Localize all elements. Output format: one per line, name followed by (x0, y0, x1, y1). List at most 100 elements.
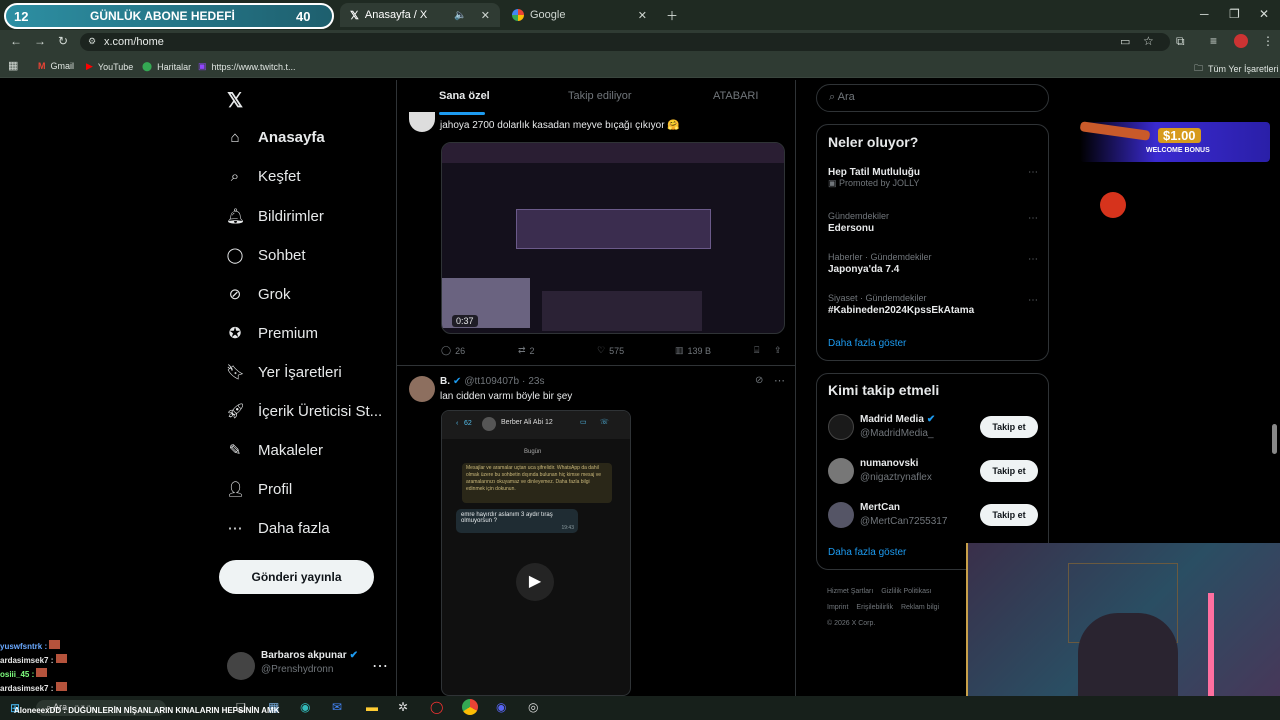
bookmark-label: Haritalar (157, 61, 192, 72)
profile-avatar[interactable] (1234, 34, 1248, 48)
nav-bookmarks[interactable]: 🔖︎ Yer İşaretleri (226, 363, 342, 382)
restore-icon[interactable]: ❐ (1229, 7, 1240, 21)
forward-icon[interactable]: → (34, 34, 46, 48)
nav-explore[interactable]: ⌕ Keşfet (226, 168, 301, 185)
footer-link[interactable]: Gizlilik Politikası (881, 588, 931, 595)
app-icon[interactable]: ✲ (398, 700, 408, 714)
edge-icon[interactable]: ◉ (300, 700, 310, 714)
bookmark-icon[interactable]: ⌸ (754, 345, 759, 356)
nav-messages[interactable]: ◯ Sohbet (226, 246, 306, 265)
search-icon: ⌕ (230, 168, 240, 185)
discord-icon[interactable]: ◉ (496, 700, 506, 714)
minimize-icon[interactable]: ─ (1200, 7, 1209, 21)
url-input[interactable]: ⚙ x.com/home (80, 33, 1170, 51)
chat-header: ‹ 62 Berber Ali Abi 12 ▭ ☏ (442, 411, 630, 439)
reload-icon[interactable]: ↻ (58, 34, 68, 48)
search-input[interactable]: ⌕ Ara (816, 84, 1049, 112)
play-button[interactable]: ▶ (516, 563, 554, 601)
nav-premium[interactable]: ✪ Premium (226, 324, 318, 343)
reading-list-icon[interactable]: ≡ (1210, 34, 1217, 48)
nav-more[interactable]: ⋯ Daha fazla (226, 519, 330, 538)
avatar[interactable] (409, 376, 435, 402)
show-more-link[interactable]: Daha fazla göster (828, 338, 906, 349)
bookmark-twitch[interactable]: ▣ https://www.twitch.t... (198, 61, 296, 72)
tab-atabari[interactable]: ATABARI (713, 90, 758, 102)
trend-item[interactable]: Hep Tatil Mutluluğu ▣ Promoted by JOLLY (828, 167, 920, 189)
chrome-icon[interactable] (462, 699, 478, 715)
avatar[interactable] (409, 112, 435, 132)
search-placeholder: Ara (837, 91, 855, 103)
close-window-icon[interactable]: ✕ (1259, 7, 1269, 21)
more-dots-icon[interactable]: ⋯ (1028, 254, 1038, 265)
bookmark-star-icon[interactable]: ☆ (1143, 34, 1154, 48)
more-dots-icon[interactable]: ⋯ (774, 374, 785, 387)
folder-icon: 🗀 (1194, 63, 1204, 73)
explorer-icon[interactable]: ▬ (366, 700, 378, 714)
nav-profile[interactable]: 👤︎ Profil (226, 480, 292, 499)
site-info-icon[interactable]: ⚙ (88, 36, 96, 47)
new-tab-icon[interactable]: ＋ (666, 7, 678, 24)
back-arrow-icon: ‹ (456, 420, 459, 427)
trend-item[interactable]: Haberler · Gündemdekiler Japonya'da 7.4 (828, 252, 932, 275)
close-tab-icon[interactable]: ✕ (638, 9, 647, 22)
more-dots-icon[interactable]: ⋯ (1028, 167, 1038, 178)
scrollbar[interactable] (1272, 424, 1277, 454)
nav-articles[interactable]: ✎ Makaleler (226, 441, 323, 460)
extensions-icon[interactable]: ⧉ (1176, 34, 1185, 49)
trend-item[interactable]: Gündemdekiler Edersonu (828, 211, 889, 234)
close-tab-icon[interactable]: ✕ (481, 9, 490, 22)
active-tab-indicator (439, 112, 485, 115)
bookmark-maps[interactable]: ⬤ Haritalar (142, 61, 191, 72)
footer-link[interactable]: Erişilebilirlik (856, 604, 893, 611)
cast-icon[interactable]: ▭ (1120, 35, 1130, 48)
all-bookmarks[interactable]: 🗀 Tüm Yer İşaretleri (1194, 61, 1279, 77)
post-video[interactable]: ‹ 62 Berber Ali Abi 12 ▭ ☏ Bugün Mesajla… (441, 410, 631, 696)
apps-grid-icon[interactable]: ▦ (8, 59, 18, 72)
speaker-icon[interactable]: 🔈 (454, 10, 466, 21)
views-button[interactable]: ▥ 139 B (675, 345, 711, 356)
tab-google[interactable]: Google ✕ (502, 3, 657, 27)
x-logo-icon[interactable]: 𝕏 (227, 88, 243, 113)
tab-for-you[interactable]: Sana özel (439, 90, 490, 102)
verified-badge-icon: ✔ (926, 414, 936, 425)
nav-creator-studio[interactable]: 🚀︎ İçerik Üreticisi St... (226, 402, 382, 421)
nav-grok[interactable]: ⊘ Grok (226, 285, 291, 304)
panel-title: Neler oluyor? (828, 134, 919, 150)
more-dots-icon[interactable]: ⋯ (1028, 295, 1038, 306)
search-icon: ⌕ (829, 91, 836, 103)
repost-button[interactable]: ⇄ 2 (518, 345, 535, 356)
bookmark-gmail[interactable]: M Gmail (38, 61, 74, 71)
opera-icon[interactable]: ◯ (430, 700, 443, 714)
grok-icon[interactable]: ⊘ (755, 375, 763, 386)
bookmark-youtube[interactable]: ▶ YouTube (86, 61, 133, 72)
follow-button[interactable]: Takip et (980, 504, 1038, 526)
nav-label: Grok (258, 285, 291, 303)
follow-button[interactable]: Takip et (980, 416, 1038, 438)
ad-banner[interactable]: $1.00 WELCOME BONUS (1079, 121, 1270, 162)
tab-x-home[interactable]: 𝕏 Anasayfa / X 🔈 ✕ (340, 3, 500, 27)
account-switcher[interactable]: Barbaros akpunar ✔ @Prenshydronn ⋯ (224, 648, 389, 682)
post-video[interactable]: 0:37 (441, 142, 785, 334)
menu-icon[interactable]: ⋮ (1262, 34, 1274, 48)
trend-item[interactable]: Siyaset · Gündemdekiler #Kabineden2024Kp… (828, 293, 974, 316)
like-button[interactable]: ♡ 575 (597, 345, 624, 356)
tab-following[interactable]: Takip ediliyor (568, 90, 632, 102)
obs-icon[interactable]: ◎ (528, 700, 538, 714)
post-button[interactable]: Gönderi yayınla (219, 560, 374, 594)
more-dots-icon[interactable]: ⋯ (1028, 213, 1038, 224)
suggestion-row[interactable]: numanovski @nigaztrynaflex Takip et (817, 456, 1048, 492)
show-more-link[interactable]: Daha fazla göster (828, 547, 906, 558)
nav-notifications[interactable]: 🔔︎ Bildirimler (226, 207, 324, 226)
suggestion-row[interactable]: Madrid Media ✔ @MadridMedia_ Takip et (817, 412, 1048, 448)
nav-home[interactable]: ⌂ Anasayfa (226, 129, 324, 146)
share-icon[interactable]: ⇪ (774, 345, 782, 356)
back-icon[interactable]: ← (10, 34, 22, 48)
more-dots-icon[interactable]: ⋯ (372, 656, 388, 676)
mail-icon[interactable]: ✉ (332, 700, 342, 714)
footer-link[interactable]: Imprint (827, 604, 848, 611)
suggestion-row[interactable]: MertCan @MertCan7255317 Takip et (817, 500, 1048, 536)
follow-button[interactable]: Takip et (980, 460, 1038, 482)
footer-link[interactable]: Hizmet Şartları (827, 588, 873, 595)
reply-button[interactable]: ◯ 26 (441, 345, 465, 356)
footer-link[interactable]: Reklam bilgi (901, 604, 939, 611)
